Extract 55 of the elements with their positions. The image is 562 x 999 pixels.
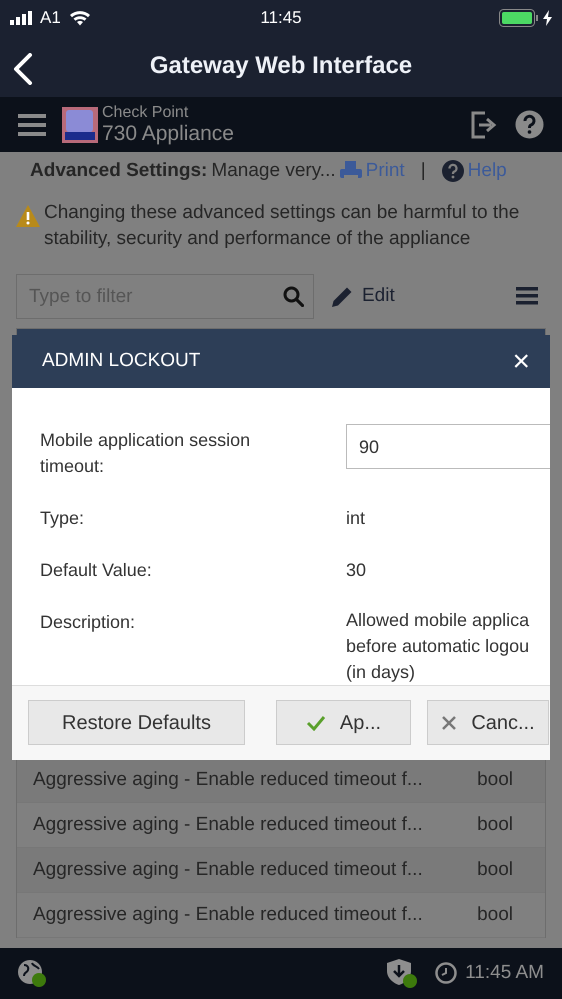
dialog-title: ADMIN LOCKOUT xyxy=(42,349,200,374)
field-label: Type: xyxy=(40,507,86,530)
table-row[interactable]: Aggressive aging - Enable reduced timeout f... bool xyxy=(17,848,545,893)
setting-type: bool xyxy=(477,858,513,882)
close-button[interactable]: × xyxy=(512,346,530,376)
setting-name: Aggressive aging - Enable reduced timeout f... xyxy=(33,858,423,882)
search-icon xyxy=(283,286,304,307)
setting-type: bool xyxy=(477,768,513,792)
setting-name: Aggressive aging - Enable reduced timeout f... xyxy=(33,768,423,792)
field-value: int xyxy=(346,507,366,530)
field-label: Mobile application session timeout: xyxy=(40,429,252,478)
field-label: Default Value: xyxy=(40,559,153,582)
product-name: 730 Appliance xyxy=(102,122,234,145)
footer-time: 11:45 AM xyxy=(465,961,544,986)
edit-button[interactable]: Edit xyxy=(330,282,395,311)
charging-bolt-icon xyxy=(543,10,552,26)
page-subtitle: Manage very... xyxy=(211,158,336,183)
help-icon[interactable] xyxy=(515,110,544,139)
appliance-logo-icon xyxy=(62,106,98,142)
check-icon xyxy=(306,714,326,730)
page-title: Advanced Settings: xyxy=(30,158,208,183)
printer-icon xyxy=(340,160,362,181)
battery-icon xyxy=(499,8,539,26)
x-icon xyxy=(441,714,458,730)
warning-message: Changing these advanced settings can be harmful to the stability, security and performance of the appliance xyxy=(44,201,520,251)
cancel-button[interactable]: Canc... xyxy=(427,700,549,745)
setting-name: Aggressive aging - Enable reduced timeout f... xyxy=(33,902,423,927)
clock-icon xyxy=(435,962,458,984)
restore-button[interactable]: Restore Defaults xyxy=(28,700,245,745)
setting-type: bool xyxy=(477,902,513,927)
separator: | xyxy=(420,158,426,183)
table-row[interactable]: Aggressive aging - Enable reduced timeout f... bool xyxy=(17,758,545,803)
wifi-icon xyxy=(68,10,91,26)
vendor-name: Check Point xyxy=(102,104,190,122)
timeout-input[interactable]: 90 xyxy=(346,424,550,469)
pencil-icon xyxy=(330,284,354,308)
field-label: Description: xyxy=(40,611,136,634)
table-row[interactable]: Aggressive aging - Enable reduced timeout f... bool xyxy=(17,893,545,938)
back-button[interactable] xyxy=(12,50,34,86)
status-dot-icon xyxy=(403,974,418,988)
apply-button[interactable]: Ap... xyxy=(276,700,411,745)
setting-type: bool xyxy=(477,812,513,837)
carrier-name: A1 xyxy=(40,6,61,29)
help-circle-icon xyxy=(442,160,464,182)
setting-name: Aggressive aging - Enable reduced timeout f... xyxy=(33,812,423,837)
chevron-left-icon xyxy=(12,52,34,85)
field-value: 30 xyxy=(346,559,368,582)
logout-icon[interactable] xyxy=(471,110,499,138)
menu-icon[interactable] xyxy=(18,114,46,136)
description-text: Allowed mobile applica before automatic logou (in days) xyxy=(346,609,530,684)
status-dot-icon xyxy=(32,972,46,986)
warning-icon xyxy=(16,204,40,227)
menu-icon[interactable] xyxy=(516,287,538,306)
nav-title: Gateway Web Interface xyxy=(150,51,412,81)
clock-time: 11:45 xyxy=(260,6,302,29)
